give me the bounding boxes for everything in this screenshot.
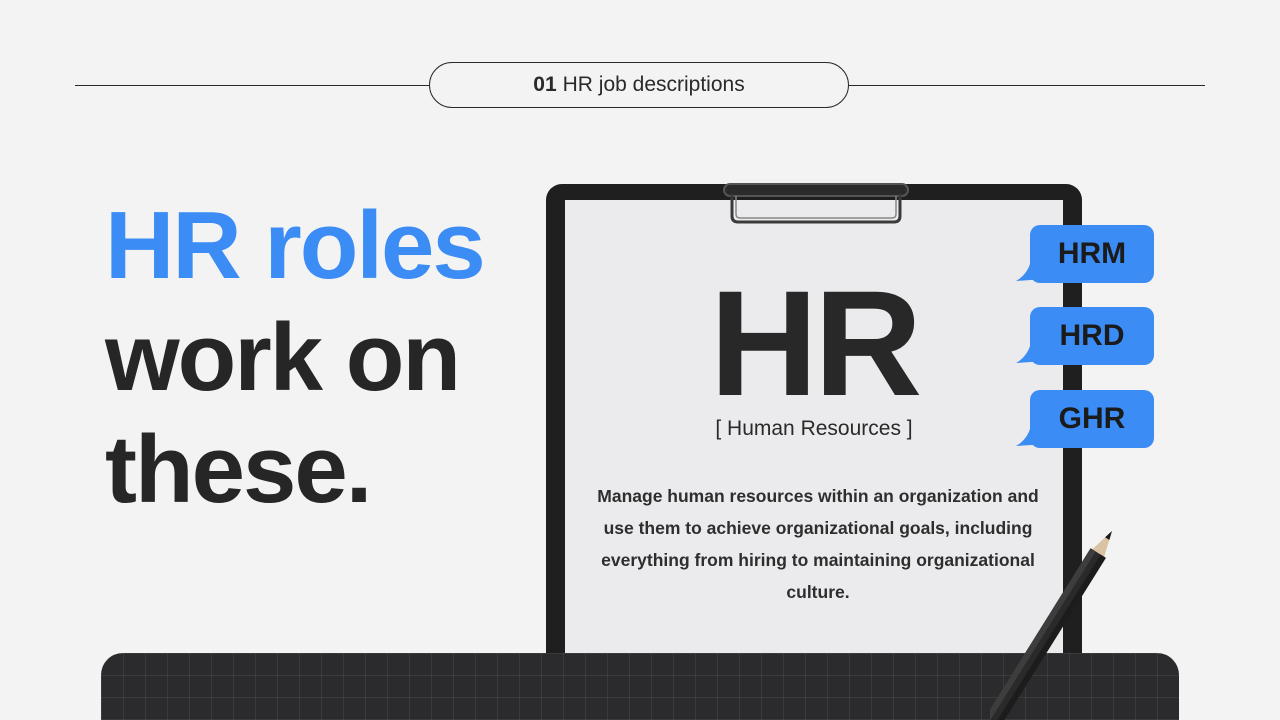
tag-hrm: HRM xyxy=(1016,225,1154,283)
headline-line-2: work on xyxy=(105,304,461,411)
headline-line-1: HR roles xyxy=(105,192,486,299)
section-title: HR job descriptions xyxy=(562,73,745,96)
tag-hrd: HRD xyxy=(1016,307,1154,365)
clipboard-subtitle: [ Human Resources ] xyxy=(715,417,913,440)
headline-line-3: these. xyxy=(105,416,372,523)
section-number: 01 xyxy=(533,73,557,96)
clipboard-description: Manage human resources within an organiz… xyxy=(597,486,1039,602)
pencil-icon xyxy=(990,531,1112,720)
headline: HR roles work on these. xyxy=(105,190,486,526)
tag-ghr: GHR xyxy=(1016,390,1154,448)
clipboard-clip-icon xyxy=(723,183,909,224)
tag-label: GHR xyxy=(1030,390,1154,448)
section-title-pill: 01 HR job descriptions xyxy=(429,62,849,108)
tag-label: HRD xyxy=(1030,307,1154,365)
clipboard-big-title: HR xyxy=(709,259,923,427)
tag-label: HRM xyxy=(1030,225,1154,283)
